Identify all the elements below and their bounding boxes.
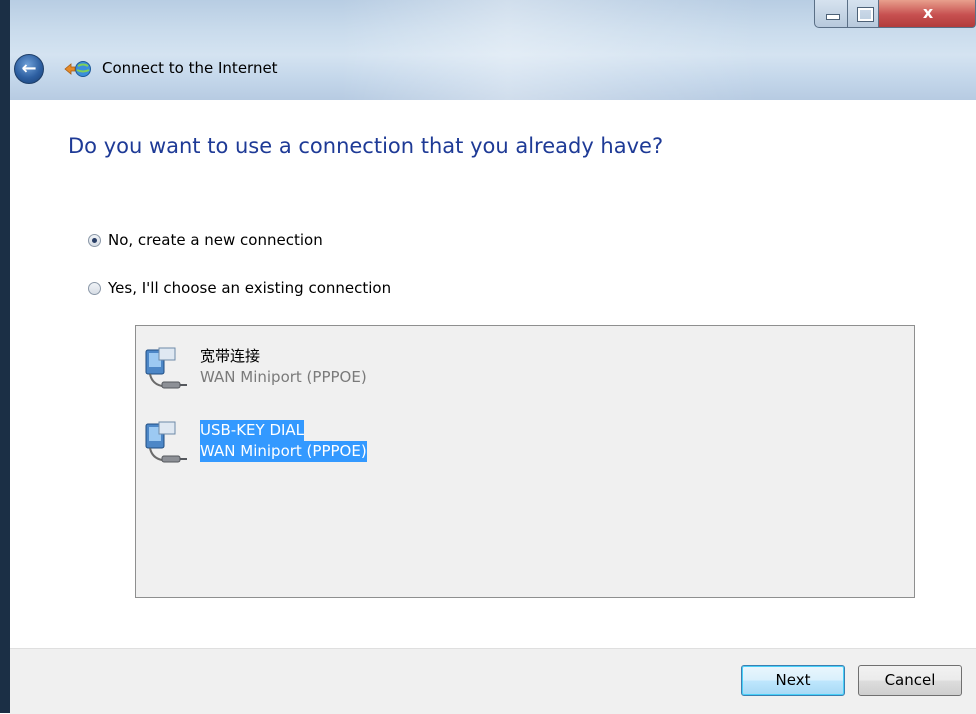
radio-existing-connection[interactable]	[88, 281, 101, 295]
connection-device: WAN Miniport (PPPOE)	[200, 441, 367, 462]
close-button[interactable]: x	[878, 0, 976, 28]
wizard-content: Do you want to use a connection that you…	[10, 100, 976, 713]
caption-buttons: x	[814, 0, 976, 30]
connect-internet-icon	[64, 61, 91, 77]
option-existing-connection[interactable]: Yes, I'll choose an existing connection	[88, 279, 391, 297]
option-new-connection-label: No, create a new connection	[108, 231, 323, 249]
connections-list[interactable]: 宽带连接 WAN Miniport (PPPOE) USB-KEY DIAL W…	[135, 325, 915, 598]
network-connection-icon	[145, 421, 187, 463]
next-button[interactable]: Next	[741, 665, 845, 696]
connection-name: USB-KEY DIAL	[200, 420, 305, 441]
radio-new-connection[interactable]	[88, 233, 101, 247]
desktop-edge	[0, 0, 10, 713]
connection-text: USB-KEY DIAL WAN Miniport (PPPOE)	[200, 420, 367, 462]
option-existing-connection-label: Yes, I'll choose an existing connection	[108, 279, 392, 297]
minimize-button[interactable]	[814, 0, 848, 28]
glass-highlight	[340, 0, 760, 100]
window-title: Connect to the Internet	[102, 59, 278, 77]
connection-text: 宽带连接 WAN Miniport (PPPOE)	[200, 346, 367, 388]
minimize-icon	[826, 14, 840, 20]
maximize-button[interactable]	[847, 0, 879, 28]
page-heading: Do you want to use a connection that you…	[68, 134, 664, 158]
button-bar: Next Cancel	[10, 648, 976, 714]
back-arrow-icon: ←	[21, 58, 37, 79]
close-icon: x	[922, 3, 934, 22]
network-connection-icon	[145, 347, 187, 389]
maximize-icon	[857, 7, 874, 22]
cancel-button[interactable]: Cancel	[858, 665, 962, 696]
connection-device: WAN Miniport (PPPOE)	[200, 368, 367, 386]
connection-name: 宽带连接	[200, 347, 261, 365]
option-new-connection[interactable]: No, create a new connection	[88, 231, 323, 249]
back-button[interactable]: ←	[14, 54, 44, 84]
